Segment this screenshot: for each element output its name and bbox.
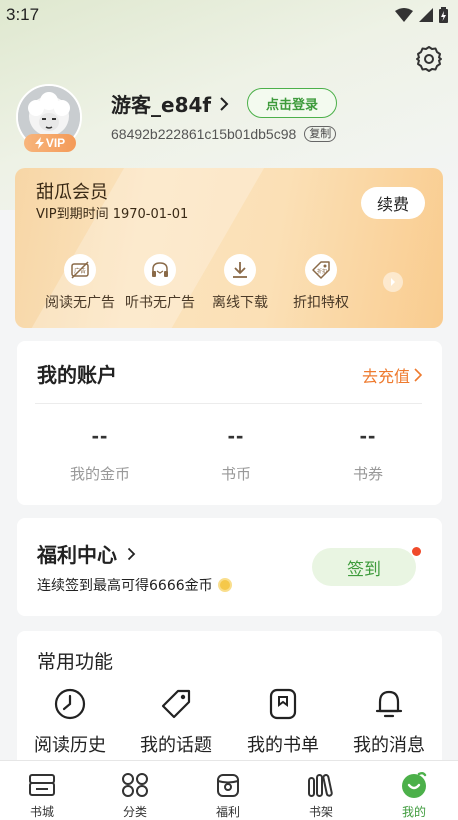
vouchers-label: 书券 bbox=[352, 465, 383, 483]
no-ads-icon: 广告 bbox=[64, 254, 96, 286]
vip-card-title: 甜瓜会员 bbox=[36, 182, 108, 203]
tab-bookstore[interactable]: 书城 bbox=[0, 761, 88, 820]
tab-label: 书架 bbox=[308, 805, 333, 819]
login-button[interactable]: 点击登录 bbox=[247, 88, 337, 118]
chevron-right-icon bbox=[127, 547, 136, 560]
status-icons bbox=[395, 7, 448, 23]
welfare-card: 福利中心 连续签到最高可得6666金币 签到 bbox=[17, 518, 442, 616]
tab-label: 书城 bbox=[29, 805, 54, 819]
vip-perks: 广告 阅读无广告 听书无广告 离线下载 折扣 折扣特权 bbox=[15, 254, 443, 314]
user-id-row: 68492b222861c15b01db5c98 复制 bbox=[111, 126, 337, 142]
notification-dot bbox=[412, 547, 421, 556]
recharge-label: 去充值 bbox=[361, 367, 410, 386]
tag-icon bbox=[161, 689, 191, 719]
history-icon bbox=[54, 688, 86, 720]
account-card: 我的账户 去充值 -- 我的金币 -- 书币 -- 书券 bbox=[17, 341, 442, 505]
reading-history-item[interactable]: 阅读历史 bbox=[15, 687, 125, 757]
account-coins[interactable]: -- 我的金币 bbox=[40, 423, 160, 484]
tab-bookshelf[interactable]: 书架 bbox=[275, 761, 367, 820]
username: 游客_e84f bbox=[111, 93, 212, 117]
audiobook-icon bbox=[144, 254, 176, 286]
chevron-right-icon bbox=[414, 368, 422, 382]
wifi-icon bbox=[395, 8, 413, 22]
perk-no-ads[interactable]: 广告 阅读无广告 bbox=[40, 254, 120, 312]
status-time: 3:17 bbox=[6, 5, 40, 24]
vip-badge-label: VIP bbox=[45, 136, 66, 150]
func-label: 阅读历史 bbox=[34, 735, 106, 756]
bookshelf-icon bbox=[306, 771, 336, 799]
func-label: 我的话题 bbox=[140, 735, 212, 756]
perk-label: 听书无广告 bbox=[125, 295, 195, 311]
book-coins-value: -- bbox=[227, 423, 245, 448]
user-id: 68492b222861c15b01db5c98 bbox=[111, 126, 297, 142]
tab-label: 分类 bbox=[122, 805, 147, 819]
divider bbox=[35, 403, 422, 404]
welfare-subtitle: 连续签到最高可得6666金币 bbox=[37, 578, 213, 594]
bell-icon bbox=[375, 690, 403, 718]
settings-gear-icon[interactable] bbox=[414, 44, 444, 74]
recharge-link[interactable]: 去充值 bbox=[362, 363, 422, 387]
signal-icon bbox=[419, 8, 433, 22]
vouchers-value: -- bbox=[359, 423, 377, 448]
vip-expire-date: VIP到期时间 1970-01-01 bbox=[36, 207, 189, 222]
tab-label: 我的 bbox=[401, 805, 426, 819]
perk-label: 阅读无广告 bbox=[45, 295, 115, 311]
perk-offline-download[interactable]: 离线下载 bbox=[200, 254, 280, 312]
avatar[interactable]: VIP bbox=[16, 84, 82, 152]
perk-audiobook-no-ads[interactable]: 听书无广告 bbox=[120, 254, 200, 312]
func-label: 我的书单 bbox=[247, 735, 319, 756]
tab-category[interactable]: 分类 bbox=[89, 761, 181, 820]
my-topics-item[interactable]: 我的话题 bbox=[121, 687, 231, 757]
perk-label: 离线下载 bbox=[212, 295, 268, 311]
checkin-button[interactable]: 签到 bbox=[312, 548, 416, 586]
perks-more-arrow-icon[interactable] bbox=[383, 272, 403, 292]
copy-button[interactable]: 复制 bbox=[304, 126, 337, 142]
welfare-title: 福利中心 bbox=[37, 543, 117, 567]
tab-welfare[interactable]: 福利 bbox=[182, 761, 274, 820]
svg-text:折扣: 折扣 bbox=[317, 268, 327, 275]
common-functions-card: 常用功能 阅读历史 我的话题 我的书单 我的消息 bbox=[17, 631, 442, 781]
my-messages-item[interactable]: 我的消息 bbox=[334, 687, 444, 757]
perk-discount[interactable]: 折扣 折扣特权 bbox=[281, 254, 361, 312]
bottom-tab-bar: 书城 分类 福利 书架 我的 bbox=[0, 760, 458, 820]
perk-label: 折扣特权 bbox=[293, 295, 349, 311]
welfare-subtitle-row: 连续签到最高可得6666金币 bbox=[37, 575, 232, 595]
discount-tag-icon: 折扣 bbox=[305, 254, 337, 286]
common-title: 常用功能 bbox=[37, 651, 114, 673]
coins-label: 我的金币 bbox=[69, 465, 130, 483]
account-book-coins[interactable]: -- 书币 bbox=[176, 423, 296, 484]
account-vouchers[interactable]: -- 书券 bbox=[308, 423, 428, 484]
download-icon bbox=[224, 254, 256, 286]
func-label: 我的消息 bbox=[353, 735, 425, 756]
vip-badge: VIP bbox=[24, 134, 76, 152]
bookstore-icon bbox=[28, 771, 56, 799]
lightning-icon bbox=[34, 137, 44, 149]
booklist-icon bbox=[269, 688, 297, 720]
profile-icon bbox=[400, 771, 428, 799]
coin-icon bbox=[217, 578, 232, 592]
welfare-icon bbox=[215, 771, 241, 799]
my-booklist-item[interactable]: 我的书单 bbox=[228, 687, 338, 757]
status-bar: 3:17 bbox=[0, 0, 458, 30]
tab-profile[interactable]: 我的 bbox=[368, 761, 458, 820]
username-row[interactable]: 游客_e84f bbox=[111, 89, 229, 118]
chevron-right-icon bbox=[219, 96, 229, 112]
account-title: 我的账户 bbox=[37, 363, 117, 387]
vip-membership-card[interactable]: 甜瓜会员 VIP到期时间 1970-01-01 续费 广告 阅读无广告 听书无广… bbox=[15, 168, 443, 328]
tab-label: 福利 bbox=[215, 805, 240, 819]
coins-value: -- bbox=[91, 423, 109, 448]
book-coins-label: 书币 bbox=[220, 465, 251, 483]
welfare-title-link[interactable]: 福利中心 bbox=[37, 539, 136, 568]
renew-button[interactable]: 续费 bbox=[361, 187, 425, 219]
battery-icon bbox=[439, 7, 448, 23]
category-icon bbox=[121, 771, 149, 799]
